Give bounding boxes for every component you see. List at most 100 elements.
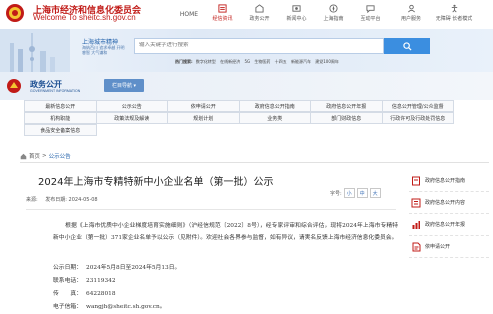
sidebar-item-report[interactable]: 政府信息公开年报 — [409, 214, 489, 236]
category-row: 食品安全备案信息 — [24, 124, 493, 136]
category-policies[interactable]: 政策法规及解读 — [95, 112, 168, 124]
apply-icon — [412, 242, 421, 251]
hot-search-term[interactable]: 5G — [244, 59, 250, 64]
chat-icon — [366, 5, 375, 13]
sidebar-item-label: 政府信息公开年报 — [425, 222, 466, 228]
search-button[interactable] — [384, 38, 430, 54]
email-label: 电子信箱： — [53, 304, 82, 310]
sidebar: 政府信息公开指南 政府信息公开内容 政府信息公开年报 依申请公开 — [409, 170, 489, 258]
category-functions[interactable]: 机构职能 — [24, 112, 97, 124]
hot-search-term[interactable]: 在线新经济 — [220, 59, 240, 64]
article-body: 根据《上海市优质中小企业梯度培育实施细则》（沪经信规范〔2022〕8号），经专家… — [53, 223, 398, 241]
hot-search-term[interactable]: 十四五 — [275, 59, 287, 64]
category-business[interactable]: 业务类 — [238, 112, 311, 124]
category-plans[interactable]: 规划计划 — [167, 112, 240, 124]
category-annual-report[interactable]: 政府信息公开年报 — [310, 100, 383, 112]
media-icon — [292, 5, 301, 12]
phone-value: 23119342 — [86, 278, 116, 284]
category-licensing[interactable]: 行政许可及行政处罚信息 — [381, 112, 454, 124]
accessibility-icon — [451, 4, 457, 13]
category-food-safety[interactable]: 食品安全备案信息 — [24, 124, 97, 136]
nav-media-label: 新闻中心 — [286, 16, 307, 22]
site-header: 上海市经济和信息化委员会 Welcome To sheitc.sh.gov.cn… — [0, 0, 493, 29]
article-meta: 来源: 发布日期: 2024-05-08 — [26, 196, 104, 203]
search-icon — [402, 41, 412, 51]
contact-email: 电子信箱： wangjh@sheitc.sh.gov.cn。 — [53, 301, 166, 310]
sidebar-item-guide[interactable]: 政府信息公开指南 — [409, 170, 489, 192]
skyline-illustration-icon — [0, 29, 70, 72]
nav-news-label: 经信资讯 — [212, 16, 233, 22]
sidebar-item-content[interactable]: 政府信息公开内容 — [409, 192, 489, 214]
article-paragraph: 根据《上海市优质中小企业梯度培育实施细则》（沪经信规范〔2022〕8号），经专家… — [53, 220, 398, 244]
category-guide[interactable]: 政府信息公开指南 — [238, 100, 311, 112]
nav-accessibility[interactable]: 无障碍 长者模式 — [433, 0, 475, 29]
gov-open-subtitle: GOVERNMENT INFORMATION — [30, 89, 81, 93]
period-value: 2024年5月8日至2024年5月13日。 — [86, 265, 181, 271]
fax-label: 传 真： — [53, 291, 82, 297]
search-box — [134, 38, 384, 54]
category-row: 机构职能 政策法规及解读 规划计划 业务类 部门财政信息 行政许可及行政处罚信息 — [24, 112, 493, 124]
nav-media[interactable]: 新闻中心 — [278, 0, 315, 29]
nav-open-gov-label: 政务公开 — [249, 16, 270, 22]
breadcrumb-current[interactable]: 公示公告 — [49, 152, 71, 160]
font-small-button[interactable]: 小 — [343, 188, 355, 198]
font-size-control: 字号: 小 中 大 — [330, 188, 381, 198]
column-nav-button[interactable]: 栏目导航 ▾ — [104, 79, 144, 92]
guide-book-icon — [412, 176, 420, 185]
divider — [26, 209, 396, 210]
hot-search-label: 热门搜索: — [175, 59, 193, 64]
category-finance[interactable]: 部门财政信息 — [310, 112, 383, 124]
news-icon — [218, 4, 227, 13]
divider — [20, 162, 489, 163]
nav-interaction-label: 互动平台 — [360, 16, 381, 22]
user-icon — [407, 4, 415, 13]
report-icon — [412, 220, 420, 229]
category-on-request[interactable]: 依申请公开 — [167, 100, 240, 112]
nav-home[interactable]: HOME — [174, 0, 204, 29]
contact-fax: 传 真： 64228018 — [53, 288, 116, 297]
category-supervision[interactable]: 信息公开管理/公众监督 — [381, 100, 454, 112]
sidebar-item-label: 依申请公开 — [425, 244, 451, 250]
nav-home-label: HOME — [179, 11, 199, 18]
breadcrumb: 首页 > 公示公告 — [20, 152, 71, 160]
sidebar-item-label: 政府信息公开指南 — [425, 178, 466, 184]
sidebar-item-apply[interactable]: 依申请公开 — [409, 236, 489, 258]
font-medium-button[interactable]: 中 — [356, 188, 368, 198]
nav-open-gov[interactable]: 政务公开 — [241, 0, 278, 29]
breadcrumb-separator: > — [42, 153, 47, 159]
nav-interaction[interactable]: 互动平台 — [352, 0, 389, 29]
announcement-period: 公示日期： 2024年5月8日至2024年5月13日。 — [53, 262, 180, 271]
phone-label: 联系电话： — [53, 278, 82, 284]
category-announcements[interactable]: 公示公告 — [95, 100, 168, 112]
hot-search-term[interactable]: 数字化转型 — [196, 59, 216, 64]
main-nav: HOME 经信资讯 政务公开 新闻中心 上海指南 互动平台 用户服务 无障碍 长… — [174, 0, 475, 29]
period-label: 公示日期： — [53, 265, 82, 271]
hero-banner: 上海城市精神 海纳百川 追求卓越 开明睿智 大气谦和 热门搜索: 数字化转型 在… — [0, 29, 493, 72]
email-value[interactable]: wangjh@sheitc.sh.gov.cn。 — [86, 304, 166, 310]
nav-guide-label: 上海指南 — [323, 16, 344, 22]
gov-open-logo-icon — [7, 79, 21, 93]
nav-user-service[interactable]: 用户服务 — [389, 0, 433, 29]
city-spirit-text: 海纳百川 追求卓越 开明睿智 大气谦和 — [82, 45, 125, 55]
nav-guide[interactable]: 上海指南 — [315, 0, 352, 29]
breadcrumb-home[interactable]: 首页 — [29, 152, 40, 160]
article-title: 2024年上海市专精特新中小企业名单（第一批）公示 — [38, 177, 274, 188]
site-subtitle: Welcome To sheitc.sh.gov.cn — [33, 13, 136, 22]
hot-search-term[interactable]: 生物医药 — [254, 59, 270, 64]
category-row: 最新信息公开 公示公告 依申请公开 政府信息公开指南 政府信息公开年报 信息公开… — [24, 100, 493, 112]
hot-search-term[interactable]: 建党100周年 — [315, 59, 339, 64]
category-grid: 最新信息公开 公示公告 依申请公开 政府信息公开指南 政府信息公开年报 信息公开… — [24, 100, 493, 136]
gov-open-band: 政务公开 GOVERNMENT INFORMATION 栏目导航 ▾ — [0, 72, 493, 100]
font-large-button[interactable]: 大 — [369, 188, 381, 198]
nav-news[interactable]: 经信资讯 — [204, 0, 241, 29]
content-icon — [411, 198, 421, 207]
hot-search-term[interactable]: 新能源汽车 — [291, 59, 311, 64]
emblem-logo-icon — [6, 4, 24, 22]
nav-user-service-label: 用户服务 — [400, 16, 421, 22]
guide-icon — [329, 4, 338, 13]
sidebar-item-label: 政府信息公开内容 — [425, 200, 466, 206]
home-icon — [20, 153, 27, 159]
category-latest-info[interactable]: 最新信息公开 — [24, 100, 97, 112]
nav-accessibility-label: 无障碍 长者模式 — [435, 16, 473, 22]
search-input[interactable] — [139, 42, 379, 48]
